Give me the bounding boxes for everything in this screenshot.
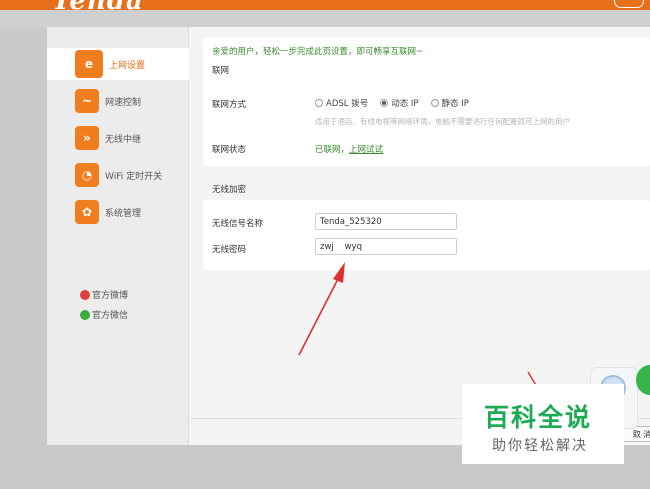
header-strip [0,10,650,28]
sidebar-item-wifi-timer[interactable]: ◔ WiFi 定时开关 [47,159,189,191]
internet-icon: e [75,50,103,78]
top-badge[interactable] [614,0,644,8]
wireless-card [203,200,650,270]
radio-circle[interactable] [315,99,323,107]
weibo-link[interactable]: 官方微博 [80,288,128,301]
radio-label: 动态 IP [391,99,419,109]
speed-wave-icon: ~ [75,89,99,113]
sidebar-item-label: 网速控制 [105,97,142,108]
weibo-icon [80,289,90,300]
sidebar-item-label: WiFi 定时开关 [105,171,163,182]
wireless-section-title: 无线加密 [212,185,247,195]
radio-circle[interactable] [430,99,439,107]
ssid-label: 无线信号名称 [212,219,264,229]
connection-hint: 适用于酒店、有线电视等网络环境，电脑不需要进行任何配置就可上网的用户 [315,117,570,126]
radio-circle[interactable] [380,99,389,107]
sidebar: e 上网设置 ~ 网速控制 » 无线中继 ◔ WiFi 定时开关 ✿ 系统管理 [47,27,189,445]
wechat-icon [80,309,90,320]
wifi-timer-icon: ◔ [75,163,99,187]
connection-type-radios: ADSL 拨号 动态 IP 静态 IP [315,97,481,109]
sidebar-item-system-management[interactable]: ✿ 系统管理 [47,196,189,228]
radio-label: 静态 IP [441,99,469,109]
sidebar-item-wireless-repeater[interactable]: » 无线中继 [47,122,189,154]
password-label: 无线密码 [212,245,247,255]
status-text: 已联网， [315,145,350,155]
weibo-label: 官方微博 [92,291,129,301]
sidebar-item-label: 上网设置 [109,60,146,71]
watermark-title: 百科全说 [484,403,593,432]
connection-type-label: 联网方式 [212,100,247,110]
radio-dynamic-ip[interactable]: 动态 IP [380,97,419,109]
watermark-subtitle: 助你轻松解决 [492,438,588,454]
try-internet-link[interactable]: 上网试试 [349,145,383,155]
radio-adsl[interactable]: ADSL 拨号 [315,97,368,109]
connection-status: 已联网，上网试试 [315,143,383,155]
radio-label: ADSL 拨号 [326,99,369,109]
wireless-repeater-icon: » [75,126,99,150]
gear-icon: ✿ [75,200,99,224]
password-input[interactable] [315,238,457,255]
sidebar-item-label: 无线中继 [105,134,142,145]
wechat-link[interactable]: 官方微信 [80,308,128,321]
ssid-input[interactable] [315,213,457,230]
sidebar-item-label: 系统管理 [105,208,142,219]
internet-section-title: 联网 [212,66,230,76]
welcome-text: 亲爱的用户，轻松一步完成此页设置，即可畅享互联网~ [212,47,424,57]
sidebar-item-speed-control[interactable]: ~ 网速控制 [47,85,189,117]
wechat-label: 官方微信 [92,311,129,321]
radio-static-ip[interactable]: 静态 IP [430,97,469,109]
status-label: 联网状态 [212,145,247,155]
sidebar-item-internet-settings[interactable]: e 上网设置 [47,48,189,80]
